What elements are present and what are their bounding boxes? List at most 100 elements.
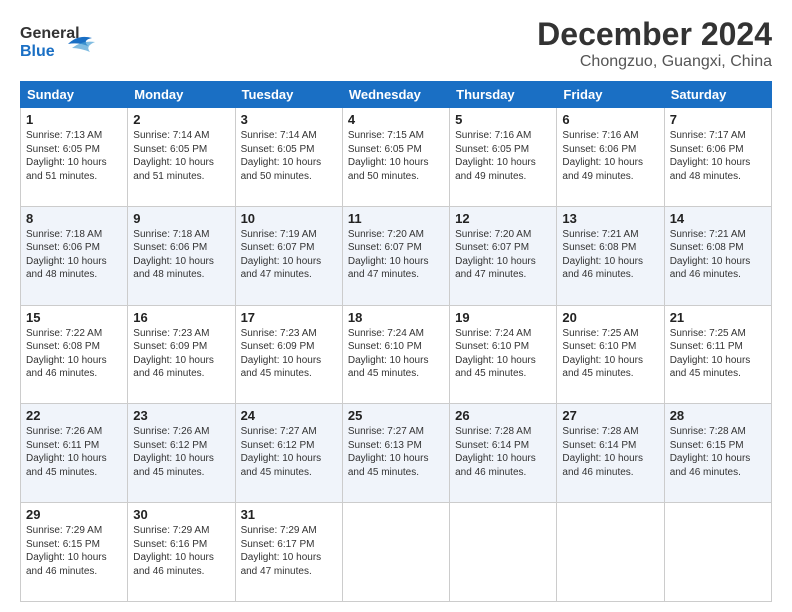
calendar-cell: 7 Sunrise: 7:17 AM Sunset: 6:06 PM Daylig… <box>664 108 771 207</box>
day-info: Sunrise: 7:20 AM Sunset: 6:07 PM Dayligh… <box>455 228 551 282</box>
day-info: Sunrise: 7:13 AM Sunset: 6:05 PM Dayligh… <box>26 129 122 183</box>
day-info: Sunrise: 7:21 AM Sunset: 6:08 PM Dayligh… <box>670 228 766 282</box>
calendar-cell: 17 Sunrise: 7:23 AM Sunset: 6:09 PM Dayli… <box>235 305 342 404</box>
calendar-cell: 4 Sunrise: 7:15 AM Sunset: 6:05 PM Daylig… <box>342 108 449 207</box>
day-info: Sunrise: 7:25 AM Sunset: 6:11 PM Dayligh… <box>670 327 766 381</box>
calendar-cell <box>342 503 449 602</box>
day-info: Sunrise: 7:28 AM Sunset: 6:15 PM Dayligh… <box>670 425 766 479</box>
day-number: 19 <box>455 310 551 325</box>
calendar-cell: 6 Sunrise: 7:16 AM Sunset: 6:06 PM Daylig… <box>557 108 664 207</box>
day-number: 10 <box>241 211 337 226</box>
calendar-cell: 11Sunrise: 7:20 AM Sunset: 6:07 PM Dayli… <box>342 206 449 305</box>
day-info: Sunrise: 7:24 AM Sunset: 6:10 PM Dayligh… <box>455 327 551 381</box>
day-info: Sunrise: 7:27 AM Sunset: 6:13 PM Dayligh… <box>348 425 444 479</box>
calendar-cell: 31Sunrise: 7:29 AM Sunset: 6:17 PM Dayli… <box>235 503 342 602</box>
day-info: Sunrise: 7:26 AM Sunset: 6:11 PM Dayligh… <box>26 425 122 479</box>
calendar-cell: 8Sunrise: 7:18 AM Sunset: 6:06 PM Daylig… <box>21 206 128 305</box>
day-number: 31 <box>241 507 337 522</box>
calendar-cell: 18 Sunrise: 7:24 AM Sunset: 6:10 PM Dayli… <box>342 305 449 404</box>
day-number: 18 <box>348 310 444 325</box>
calendar-cell: 30Sunrise: 7:29 AM Sunset: 6:16 PM Dayli… <box>128 503 235 602</box>
calendar-cell: 19 Sunrise: 7:24 AM Sunset: 6:10 PM Dayli… <box>450 305 557 404</box>
day-info: Sunrise: 7:14 AM Sunset: 6:05 PM Dayligh… <box>241 129 337 183</box>
calendar-cell: 10Sunrise: 7:19 AM Sunset: 6:07 PM Dayli… <box>235 206 342 305</box>
calendar-header-row: SundayMondayTuesdayWednesdayThursdayFrid… <box>21 82 772 108</box>
calendar-day-header: Thursday <box>450 82 557 108</box>
calendar-week-row: 8Sunrise: 7:18 AM Sunset: 6:06 PM Daylig… <box>21 206 772 305</box>
calendar-cell: 3Sunrise: 7:14 AM Sunset: 6:05 PM Daylig… <box>235 108 342 207</box>
calendar-day-header: Saturday <box>664 82 771 108</box>
day-info: Sunrise: 7:16 AM Sunset: 6:05 PM Dayligh… <box>455 129 551 183</box>
calendar-cell <box>664 503 771 602</box>
day-info: Sunrise: 7:23 AM Sunset: 6:09 PM Dayligh… <box>133 327 229 381</box>
day-info: Sunrise: 7:17 AM Sunset: 6:06 PM Dayligh… <box>670 129 766 183</box>
svg-text:Blue: Blue <box>20 43 55 60</box>
day-info: Sunrise: 7:23 AM Sunset: 6:09 PM Dayligh… <box>241 327 337 381</box>
day-info: Sunrise: 7:15 AM Sunset: 6:05 PM Dayligh… <box>348 129 444 183</box>
calendar-day-header: Sunday <box>21 82 128 108</box>
logo: General Blue <box>20 16 100 71</box>
day-info: Sunrise: 7:29 AM Sunset: 6:15 PM Dayligh… <box>26 524 122 578</box>
day-number: 4 <box>348 112 444 127</box>
page-container: General Blue December 2024 Chongzuo, Gua… <box>0 0 792 612</box>
day-info: Sunrise: 7:20 AM Sunset: 6:07 PM Dayligh… <box>348 228 444 282</box>
day-number: 2 <box>133 112 229 127</box>
day-number: 12 <box>455 211 551 226</box>
month-title: December 2024 <box>537 16 772 53</box>
calendar-cell: 15Sunrise: 7:22 AM Sunset: 6:08 PM Dayli… <box>21 305 128 404</box>
day-number: 1 <box>26 112 122 127</box>
svg-text:General: General <box>20 25 80 42</box>
day-info: Sunrise: 7:29 AM Sunset: 6:16 PM Dayligh… <box>133 524 229 578</box>
day-info: Sunrise: 7:27 AM Sunset: 6:12 PM Dayligh… <box>241 425 337 479</box>
calendar-cell: 1 Sunrise: 7:13 AM Sunset: 6:05 PM Daylig… <box>21 108 128 207</box>
calendar-week-row: 22 Sunrise: 7:26 AM Sunset: 6:11 PM Dayli… <box>21 404 772 503</box>
day-number: 25 <box>348 408 444 423</box>
day-info: Sunrise: 7:26 AM Sunset: 6:12 PM Dayligh… <box>133 425 229 479</box>
calendar-cell: 9Sunrise: 7:18 AM Sunset: 6:06 PM Daylig… <box>128 206 235 305</box>
day-info: Sunrise: 7:16 AM Sunset: 6:06 PM Dayligh… <box>562 129 658 183</box>
calendar-cell: 27Sunrise: 7:28 AM Sunset: 6:14 PM Dayli… <box>557 404 664 503</box>
day-number: 6 <box>562 112 658 127</box>
calendar-cell: 24 Sunrise: 7:27 AM Sunset: 6:12 PM Dayli… <box>235 404 342 503</box>
day-info: Sunrise: 7:25 AM Sunset: 6:10 PM Dayligh… <box>562 327 658 381</box>
day-info: Sunrise: 7:22 AM Sunset: 6:08 PM Dayligh… <box>26 327 122 381</box>
calendar-week-row: 1 Sunrise: 7:13 AM Sunset: 6:05 PM Daylig… <box>21 108 772 207</box>
day-number: 14 <box>670 211 766 226</box>
header: General Blue December 2024 Chongzuo, Gua… <box>20 16 772 71</box>
day-number: 17 <box>241 310 337 325</box>
calendar-cell: 22 Sunrise: 7:26 AM Sunset: 6:11 PM Dayli… <box>21 404 128 503</box>
calendar-day-header: Wednesday <box>342 82 449 108</box>
day-number: 21 <box>670 310 766 325</box>
day-number: 22 <box>26 408 122 423</box>
calendar-cell: 28 Sunrise: 7:28 AM Sunset: 6:15 PM Dayli… <box>664 404 771 503</box>
day-number: 24 <box>241 408 337 423</box>
day-number: 20 <box>562 310 658 325</box>
calendar-week-row: 15Sunrise: 7:22 AM Sunset: 6:08 PM Dayli… <box>21 305 772 404</box>
calendar-cell <box>450 503 557 602</box>
day-number: 7 <box>670 112 766 127</box>
day-number: 28 <box>670 408 766 423</box>
calendar-cell: 5Sunrise: 7:16 AM Sunset: 6:05 PM Daylig… <box>450 108 557 207</box>
day-info: Sunrise: 7:21 AM Sunset: 6:08 PM Dayligh… <box>562 228 658 282</box>
day-number: 29 <box>26 507 122 522</box>
location: Chongzuo, Guangxi, China <box>537 53 772 71</box>
calendar-cell <box>557 503 664 602</box>
day-info: Sunrise: 7:28 AM Sunset: 6:14 PM Dayligh… <box>455 425 551 479</box>
calendar-cell: 29 Sunrise: 7:29 AM Sunset: 6:15 PM Dayli… <box>21 503 128 602</box>
day-info: Sunrise: 7:18 AM Sunset: 6:06 PM Dayligh… <box>26 228 122 282</box>
calendar-cell: 2 Sunrise: 7:14 AM Sunset: 6:05 PM Daylig… <box>128 108 235 207</box>
title-block: December 2024 Chongzuo, Guangxi, China <box>537 16 772 71</box>
day-info: Sunrise: 7:24 AM Sunset: 6:10 PM Dayligh… <box>348 327 444 381</box>
calendar-cell: 23Sunrise: 7:26 AM Sunset: 6:12 PM Dayli… <box>128 404 235 503</box>
calendar-cell: 14 Sunrise: 7:21 AM Sunset: 6:08 PM Dayli… <box>664 206 771 305</box>
calendar-cell: 21 Sunrise: 7:25 AM Sunset: 6:11 PM Dayli… <box>664 305 771 404</box>
calendar-day-header: Friday <box>557 82 664 108</box>
calendar-cell: 16Sunrise: 7:23 AM Sunset: 6:09 PM Dayli… <box>128 305 235 404</box>
day-info: Sunrise: 7:28 AM Sunset: 6:14 PM Dayligh… <box>562 425 658 479</box>
logo-icon: General Blue <box>20 16 100 71</box>
day-info: Sunrise: 7:14 AM Sunset: 6:05 PM Dayligh… <box>133 129 229 183</box>
calendar-cell: 26 Sunrise: 7:28 AM Sunset: 6:14 PM Dayli… <box>450 404 557 503</box>
calendar-day-header: Monday <box>128 82 235 108</box>
calendar-cell: 20 Sunrise: 7:25 AM Sunset: 6:10 PM Dayli… <box>557 305 664 404</box>
day-number: 26 <box>455 408 551 423</box>
